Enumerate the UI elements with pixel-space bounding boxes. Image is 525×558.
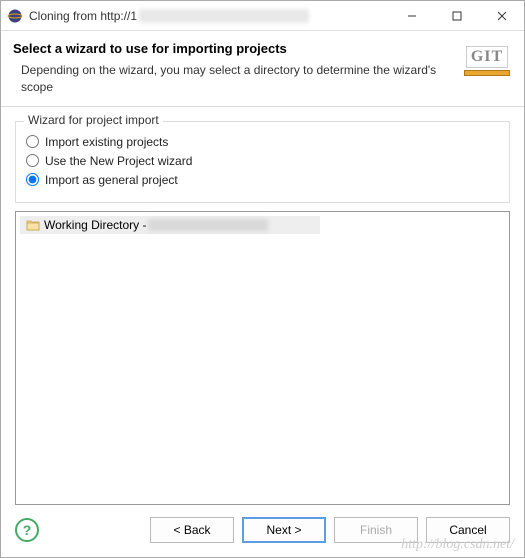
titlebar: Cloning from http://1 xyxy=(1,1,524,31)
group-title: Wizard for project import xyxy=(24,113,163,127)
radio-input-import-general[interactable] xyxy=(26,173,39,186)
dialog-window: Cloning from http://1 Select a wizard to… xyxy=(0,0,525,558)
radio-import-general[interactable]: Import as general project xyxy=(26,173,499,187)
directory-tree[interactable]: Working Directory - xyxy=(15,211,510,505)
next-button[interactable]: Next > xyxy=(242,517,326,543)
page-description: Depending on the wizard, you may select … xyxy=(13,62,462,96)
radio-label: Import existing projects xyxy=(45,135,168,149)
minimize-button[interactable] xyxy=(389,1,434,30)
redacted-url xyxy=(139,9,309,23)
help-button[interactable]: ? xyxy=(15,518,39,542)
radio-new-project-wizard[interactable]: Use the New Project wizard xyxy=(26,154,499,168)
tree-item-label: Working Directory - xyxy=(44,218,146,232)
wizard-content: Wizard for project import Import existin… xyxy=(1,107,524,509)
wizard-options-group: Wizard for project import Import existin… xyxy=(15,121,510,203)
radio-input-new-project[interactable] xyxy=(26,154,39,167)
wizard-footer: ? < Back Next > Finish Cancel xyxy=(1,509,524,557)
folder-icon xyxy=(26,219,40,231)
window-title: Cloning from http://1 xyxy=(29,9,137,23)
finish-button[interactable]: Finish xyxy=(334,517,418,543)
tree-root-item[interactable]: Working Directory - xyxy=(20,216,320,234)
cancel-button[interactable]: Cancel xyxy=(426,517,510,543)
back-button[interactable]: < Back xyxy=(150,517,234,543)
eclipse-icon xyxy=(7,8,23,24)
help-icon: ? xyxy=(23,522,32,538)
maximize-button[interactable] xyxy=(434,1,479,30)
radio-label: Import as general project xyxy=(45,173,178,187)
redacted-path xyxy=(148,219,268,231)
close-button[interactable] xyxy=(479,1,524,30)
wizard-header: Select a wizard to use for importing pro… xyxy=(1,31,524,107)
radio-label: Use the New Project wizard xyxy=(45,154,192,168)
page-title: Select a wizard to use for importing pro… xyxy=(13,41,462,56)
radio-import-existing[interactable]: Import existing projects xyxy=(26,135,499,149)
git-logo-icon: GIT xyxy=(462,41,512,81)
radio-input-import-existing[interactable] xyxy=(26,135,39,148)
